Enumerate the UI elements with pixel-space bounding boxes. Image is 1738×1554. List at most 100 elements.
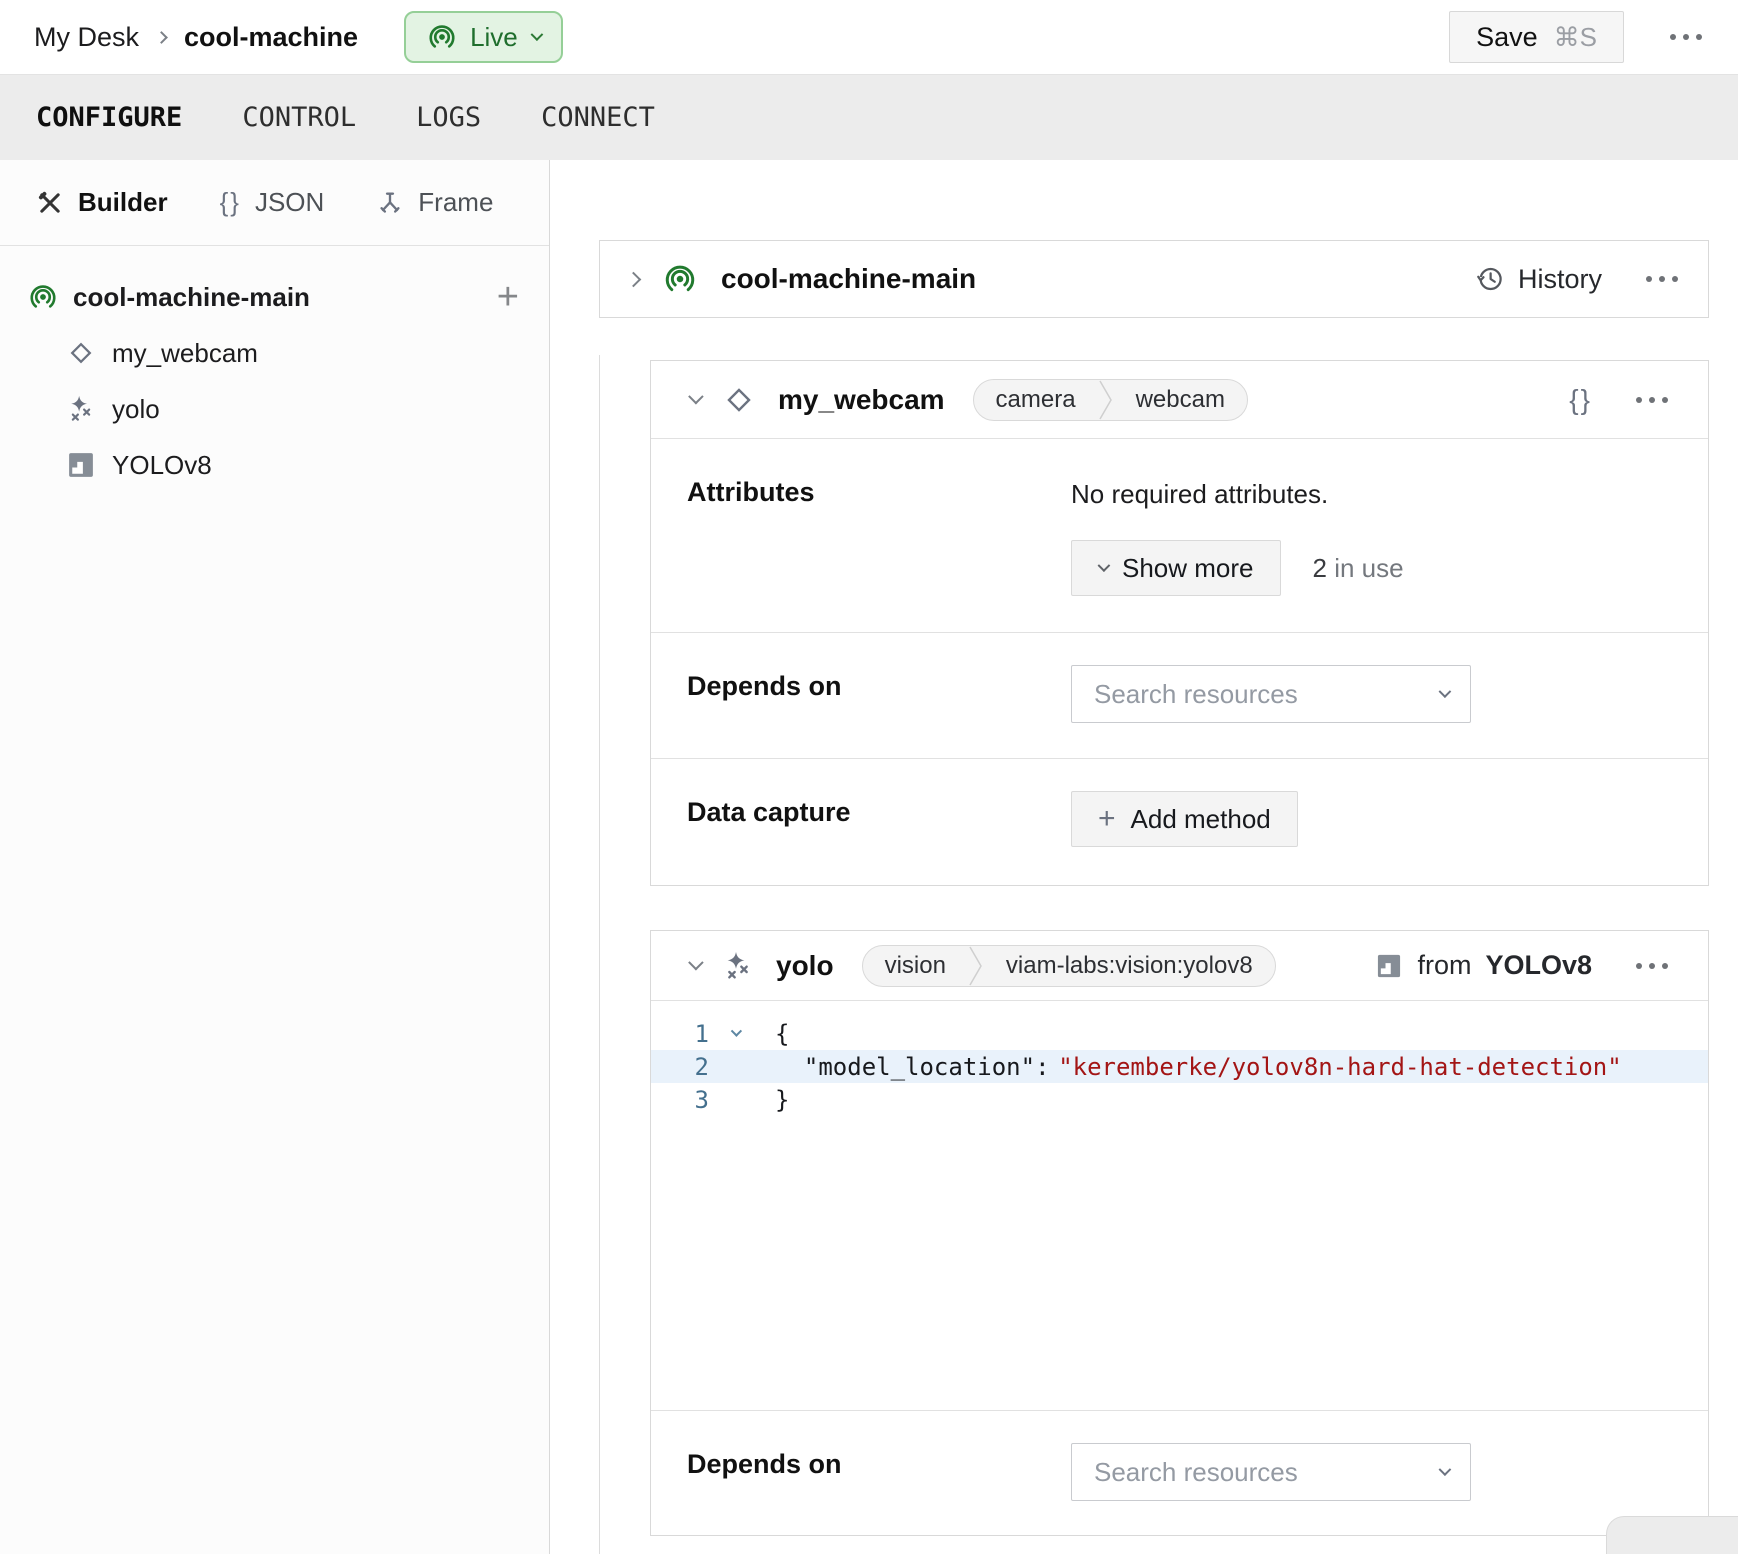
- data-capture-label: Data capture: [687, 791, 1071, 853]
- tree-item-machine-part[interactable]: cool-machine-main +: [0, 269, 549, 325]
- live-broadcast-icon: [663, 262, 697, 296]
- tab-frame[interactable]: Frame: [376, 187, 493, 218]
- vision-sparkles-icon: [66, 394, 96, 424]
- resource-tree: cool-machine-main + my_webcam: [0, 246, 549, 493]
- tab-json-label: JSON: [255, 187, 324, 218]
- camera-diamond-icon: [66, 338, 96, 368]
- yolo-overflow-menu[interactable]: [1634, 957, 1670, 975]
- tab-connect[interactable]: CONNECT: [541, 102, 655, 133]
- code-line-1: 1 {: [651, 1017, 1708, 1050]
- search-resources-input[interactable]: [1094, 1457, 1439, 1488]
- history-label: History: [1518, 264, 1602, 295]
- tab-logs[interactable]: LOGS: [416, 102, 481, 133]
- top-bar: My Desk cool-machine Live Save ⌘S: [0, 0, 1738, 75]
- json-string-value: "keremberke/yolov8n-hard-hat-detection": [1058, 1053, 1622, 1081]
- machine-overflow-menu[interactable]: [1668, 28, 1704, 46]
- service-model-label: viam-labs:vision:yolov8: [984, 952, 1275, 980]
- webcam-card-header: my_webcam camera webcam {}: [651, 361, 1708, 439]
- live-broadcast-icon: [28, 282, 58, 312]
- webcam-component-card: my_webcam camera webcam {} Attributes No…: [650, 360, 1709, 886]
- bottom-right-widget-corner: [1606, 1516, 1738, 1554]
- yolo-card-title: yolo: [776, 950, 834, 982]
- breadcrumb-root-link[interactable]: My Desk: [34, 22, 139, 53]
- machine-status-dropdown[interactable]: Live: [404, 11, 563, 63]
- data-capture-section: Data capture + Add method: [651, 759, 1708, 885]
- tree-item-label: my_webcam: [112, 338, 258, 369]
- braces-icon: {}: [220, 187, 241, 218]
- machine-part-overflow-menu[interactable]: [1644, 270, 1680, 288]
- from-module-link[interactable]: from YOLOv8: [1375, 950, 1592, 981]
- history-clock-icon: [1475, 264, 1505, 294]
- add-method-button[interactable]: + Add method: [1071, 791, 1298, 847]
- history-button[interactable]: History: [1475, 264, 1602, 295]
- breadcrumb-chevron-icon: [155, 31, 168, 44]
- yolo-card-header: yolo vision viam-labs:vision:yolov8: [651, 931, 1708, 1001]
- config-view-tabs: Builder {} JSON Frame: [0, 160, 549, 246]
- add-method-label: Add method: [1131, 804, 1271, 835]
- webcam-card-title: my_webcam: [778, 384, 945, 416]
- tab-builder-label: Builder: [78, 187, 168, 218]
- attributes-label: Attributes: [687, 471, 1071, 600]
- badge-divider-icon: [1098, 379, 1114, 421]
- fold-chevron-icon[interactable]: [709, 1030, 761, 1038]
- depends-on-label: Depends on: [687, 665, 1071, 726]
- line-number: 3: [651, 1086, 709, 1114]
- save-shortcut-hint: ⌘S: [1554, 22, 1597, 53]
- tree-item-yolov8-module[interactable]: YOLOv8: [0, 437, 549, 493]
- code-line-2-highlighted: 2 "model_location":"keremberke/yolov8n-h…: [651, 1050, 1708, 1083]
- live-broadcast-icon: [427, 22, 457, 52]
- machine-config-page: My Desk cool-machine Live Save ⌘S CONFIG: [0, 0, 1738, 1554]
- depends-on-section: Depends on: [651, 633, 1708, 759]
- camera-diamond-icon: [722, 383, 756, 417]
- attributes-section: Attributes No required attributes. Show …: [651, 439, 1708, 633]
- component-model-label: webcam: [1114, 386, 1247, 414]
- depends-on-label: Depends on: [687, 1443, 1071, 1503]
- tree-item-label: yolo: [112, 394, 160, 425]
- tab-configure[interactable]: CONFIGURE: [36, 102, 182, 133]
- depends-on-select[interactable]: [1071, 1443, 1471, 1501]
- depends-on-select[interactable]: [1071, 665, 1471, 723]
- topbar-actions: Save ⌘S: [1449, 11, 1704, 63]
- attributes-json-editor[interactable]: 1 { 2 "model_location":"keremberke/yolov…: [651, 1001, 1708, 1411]
- collapse-chevron-icon[interactable]: [688, 955, 704, 971]
- config-main-panel: cool-machine-main History: [550, 160, 1738, 1554]
- machine-status-label: Live: [470, 22, 518, 53]
- search-resources-input[interactable]: [1094, 679, 1439, 710]
- save-button[interactable]: Save ⌘S: [1449, 11, 1624, 63]
- tab-json[interactable]: {} JSON: [220, 187, 325, 218]
- tab-frame-label: Frame: [418, 187, 493, 218]
- module-icon: [66, 450, 96, 480]
- tree-item-my-webcam[interactable]: my_webcam: [0, 325, 549, 381]
- edit-json-button[interactable]: {}: [1569, 384, 1592, 416]
- machine-part-title: cool-machine-main: [721, 263, 976, 295]
- attributes-content: No required attributes. Show more 2 in u…: [1071, 471, 1672, 600]
- service-type-label: vision: [863, 952, 968, 980]
- tab-builder[interactable]: Builder: [36, 187, 168, 218]
- show-more-label: Show more: [1122, 553, 1254, 584]
- attributes-note: No required attributes.: [1071, 471, 1672, 510]
- from-label: from: [1417, 950, 1471, 981]
- collapse-chevron-icon[interactable]: [688, 389, 704, 405]
- breadcrumb-machine-name: cool-machine: [184, 22, 358, 53]
- webcam-overflow-menu[interactable]: [1634, 391, 1670, 409]
- chevron-down-icon: [1439, 1463, 1452, 1476]
- tree-item-label: YOLOv8: [112, 450, 212, 481]
- from-module-name: YOLOv8: [1485, 950, 1592, 981]
- webcam-type-badge: camera webcam: [973, 379, 1248, 421]
- add-resource-button[interactable]: +: [497, 278, 519, 316]
- tab-control[interactable]: CONTROL: [242, 102, 356, 133]
- collapse-chevron-icon[interactable]: [626, 271, 642, 287]
- machine-nav-tabs: CONFIGURE CONTROL LOGS CONNECT: [0, 75, 1738, 160]
- tools-icon: [36, 189, 64, 217]
- attributes-in-use-count: 2 in use: [1313, 553, 1404, 584]
- show-more-button[interactable]: Show more: [1071, 540, 1281, 596]
- machine-part-card: cool-machine-main History: [599, 240, 1709, 318]
- json-key: "model_location":: [804, 1053, 1050, 1081]
- chevron-down-icon: [1439, 685, 1452, 698]
- yolo-type-badge: vision viam-labs:vision:yolov8: [862, 945, 1276, 987]
- vision-sparkles-icon: [722, 950, 754, 982]
- tree-item-label: cool-machine-main: [73, 282, 310, 313]
- code-line-3: 3 }: [651, 1083, 1708, 1116]
- tree-connector-line: [599, 355, 600, 1554]
- tree-item-yolo[interactable]: yolo: [0, 381, 549, 437]
